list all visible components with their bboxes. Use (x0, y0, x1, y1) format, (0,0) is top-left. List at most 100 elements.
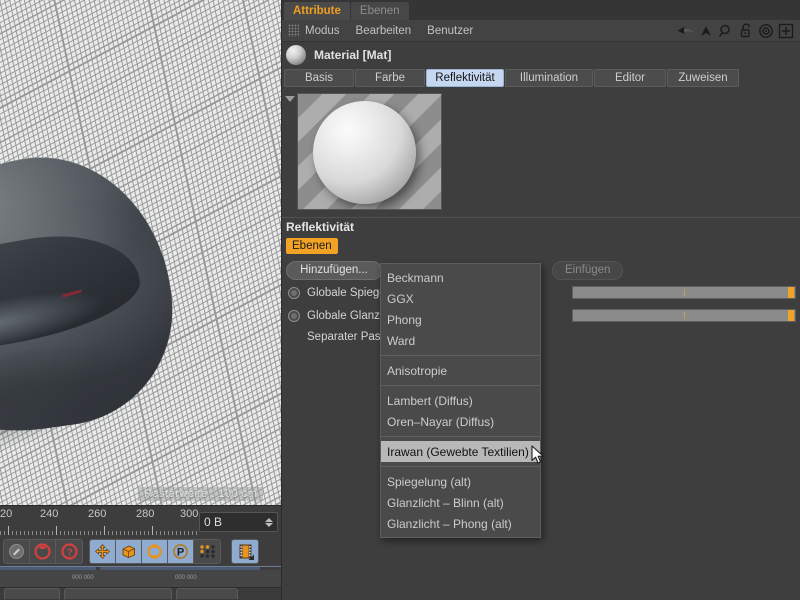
target-icon[interactable] (756, 22, 776, 40)
render-view-icon[interactable] (232, 540, 258, 563)
material-sphere-icon (286, 45, 306, 65)
tab-farbe[interactable]: Farbe (355, 69, 425, 87)
tab-zuweisen[interactable]: Zuweisen (667, 69, 739, 87)
menu-item[interactable]: Spiegelung (alt) (381, 471, 540, 492)
tab-illumination-label: Illumination (519, 72, 579, 84)
menu-item-label: Lambert (Diffus) (387, 393, 473, 408)
timeline-ruler[interactable]: 20 240 260 280 300 (0, 506, 198, 538)
row-separater-pass-label: Separater Pass (307, 330, 387, 343)
layers-badge[interactable]: Ebenen (286, 238, 338, 254)
menu-item[interactable]: Lambert (Diffus) (381, 390, 540, 411)
triangle-down-icon[interactable] (285, 96, 295, 102)
tab-attribute[interactable]: Attribute (284, 2, 350, 20)
menu-modus[interactable]: Modus (305, 25, 340, 37)
tab-editor-label: Editor (614, 72, 646, 84)
radio-globale-glanzlichter[interactable] (288, 309, 300, 322)
menu-item-label: Glanzlicht – Phong (alt) (387, 516, 512, 531)
row-globale-glanzlichter: Globale Glanzlichter (282, 306, 800, 325)
viewport-toolbar: ? P (0, 537, 281, 566)
menu-item-label: Glanzlicht – Blinn (alt) (387, 495, 504, 510)
menu-item[interactable]: Glanzlicht – Phong (alt) (381, 513, 540, 534)
menu-item[interactable]: Irawan (Gewebte Textilien) (381, 441, 540, 462)
menu-item[interactable]: GGX (381, 288, 540, 309)
insert-layer-button[interactable]: Einfügen (552, 260, 624, 280)
section-title-reflektivitaet: Reflektivität (282, 217, 800, 235)
material-header: Material [Mat] (282, 42, 800, 68)
slider-globale-glanzlichter[interactable] (572, 309, 796, 322)
menu-item-label: Spiegelung (alt) (387, 474, 472, 489)
menu-separator (381, 355, 540, 356)
parameter-icon[interactable]: P (168, 540, 194, 563)
plus-box-icon[interactable] (776, 22, 796, 40)
search-icon[interactable] (716, 22, 736, 40)
menu-item[interactable]: Glanzlicht – Blinn (alt) (381, 492, 540, 513)
svg-text:?: ? (66, 548, 72, 559)
menu-item[interactable]: Ward (381, 330, 540, 351)
toolbar-group-transform: P (89, 539, 221, 564)
tab-ebenen[interactable]: Ebenen (350, 2, 409, 20)
row-globale-spiegelung: Globale Spiegelung (282, 283, 800, 302)
menu-item[interactable]: Oren–Nayar (Diffus) (381, 411, 540, 432)
move-icon[interactable] (90, 540, 116, 563)
attribute-menubar: Modus Bearbeiten Benutzer (282, 20, 800, 42)
rotate-icon[interactable] (142, 540, 168, 563)
tab-basis-label: Basis (304, 72, 334, 84)
help-icon[interactable]: ? (56, 540, 82, 563)
ruler-tick-label: 20 (0, 508, 13, 520)
live-selection-icon[interactable] (4, 540, 30, 563)
frame-stepper-icon[interactable] (265, 517, 273, 527)
grip-dots-icon[interactable] (288, 24, 299, 37)
menu-item[interactable]: Beckmann (381, 267, 540, 288)
material-preview-sphere (313, 101, 416, 204)
menu-item-label: Anisotropie (387, 363, 448, 378)
layer-action-row: Hinzufügen... Einfügen (282, 257, 800, 283)
menu-separator (381, 436, 540, 437)
material-preview[interactable] (297, 93, 442, 210)
ruler-tick-label: 260 (88, 508, 107, 520)
menu-item-label: GGX (387, 291, 414, 306)
tab-editor[interactable]: Editor (594, 69, 666, 87)
menu-benutzer[interactable]: Benutzer (427, 25, 473, 37)
tab-zuweisen-label: Zuweisen (678, 72, 728, 84)
tab-reflektivitaet[interactable]: Reflektivität (426, 69, 504, 87)
status-pill[interactable] (176, 588, 238, 599)
layers-badge-label: Ebenen (292, 240, 332, 252)
menu-separator (381, 385, 540, 386)
lock-open-icon[interactable] (736, 22, 756, 40)
menu-bearbeiten[interactable]: Bearbeiten (356, 25, 412, 37)
toolbar-group-selection: ? (3, 539, 83, 564)
menu-item[interactable]: Phong (381, 309, 540, 330)
add-layer-button[interactable]: Hinzufügen... (286, 260, 382, 280)
timeline-ruler-zone: 20 240 260 280 300 0 B (0, 505, 281, 538)
status-pill[interactable] (4, 588, 60, 599)
mouse-cursor (531, 445, 545, 465)
timeline-track-area[interactable]: 000 000 000 000 (0, 570, 281, 588)
menu-item[interactable]: Anisotropie (381, 360, 540, 381)
back-arrow-icon[interactable] (676, 22, 696, 40)
scale-icon[interactable] (116, 540, 142, 563)
slider-globale-spiegelung[interactable] (572, 286, 796, 299)
tab-farbe-label: Farbe (374, 72, 406, 84)
tab-basis[interactable]: Basis (284, 69, 354, 87)
frame-number-field[interactable]: 0 B (199, 512, 278, 532)
axis-dots-icon[interactable] (194, 540, 220, 563)
menu-separator (381, 466, 540, 467)
tab-illumination[interactable]: Illumination (505, 69, 593, 87)
material-preview-row (282, 93, 800, 213)
menu-item-label: Oren–Nayar (Diffus) (387, 414, 495, 429)
radio-globale-spiegelung[interactable] (288, 286, 300, 299)
ruler-tick-labels: 20 240 260 280 300 (0, 508, 198, 522)
page-title: Material [Mat] (314, 48, 392, 62)
frame-number-value: 0 B (204, 515, 223, 529)
menu-item-label: Ward (387, 333, 416, 348)
viewport-3d[interactable]: Rasterweite : 100 cm (0, 0, 281, 505)
timeline-track-label: 000 000 (175, 575, 197, 581)
up-arrow-icon[interactable] (696, 22, 716, 40)
reflectance-type-menu[interactable]: Beckmann GGX Phong Ward Anisotropie Lambert (… (380, 263, 541, 538)
tab-reflektivitaet-label: Reflektivität (435, 72, 495, 84)
undo-view-icon[interactable] (30, 540, 56, 563)
tab-attribute-label: Attribute (293, 5, 341, 17)
application-window: Rasterweite : 100 cm 20 240 260 280 300 0 B (0, 0, 800, 600)
status-pill[interactable] (64, 588, 172, 599)
svg-text:P: P (177, 546, 184, 558)
